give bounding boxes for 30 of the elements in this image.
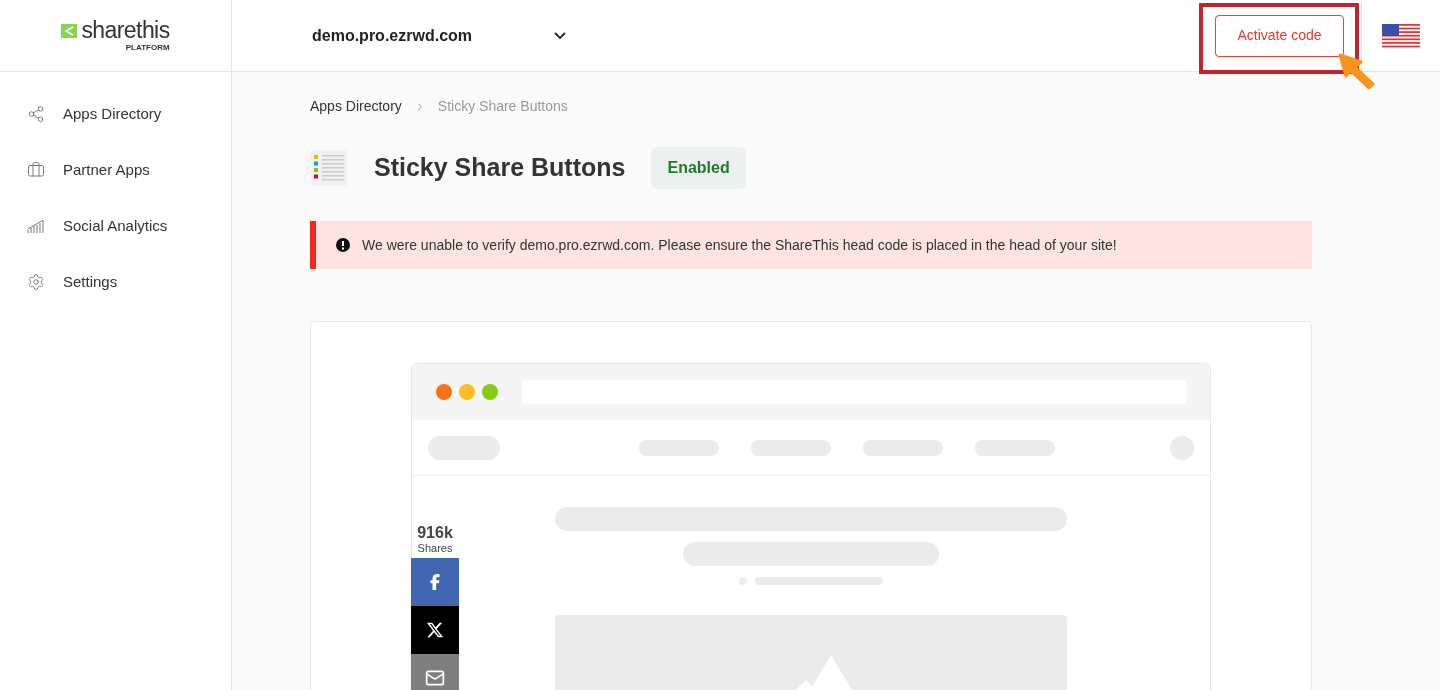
breadcrumb-item: Sticky Share Buttons <box>437 97 568 116</box>
share-count-label: Shares <box>417 543 453 554</box>
facebook-share-button[interactable] <box>411 558 459 606</box>
sidebar-item[interactable]: Apps Directory <box>0 86 231 142</box>
pointer-arrow-icon <box>1337 51 1377 92</box>
sidebar-item[interactable]: Partner Apps <box>0 142 231 198</box>
share-logo-icon <box>61 23 78 38</box>
sidebar-item[interactable]: Social Analytics <box>0 198 231 254</box>
app-title: Sticky Share Buttons <box>374 152 626 184</box>
mail-icon <box>425 668 445 688</box>
chevron-down-icon <box>554 32 566 39</box>
briefcase-icon <box>27 161 45 179</box>
bar-chart-icon <box>27 218 45 234</box>
alert-banner: We were unable to verify demo.pro.ezrwd.com. Please ensure the ShareThis head code is placed in the head of your site! <box>310 221 1312 269</box>
breadcrumb-item[interactable]: Apps Directory <box>310 96 402 117</box>
email-share-button[interactable] <box>411 654 459 690</box>
site-selector[interactable]: demo.pro.ezrwd.com <box>312 23 566 48</box>
us-flag-icon[interactable] <box>1382 23 1420 48</box>
list-icon <box>310 149 348 187</box>
exclamation-icon <box>336 238 350 252</box>
settings-icon <box>27 273 45 291</box>
x-icon <box>426 621 444 639</box>
sidebar-item[interactable]: Settings <box>0 254 231 310</box>
share-icon <box>27 105 45 123</box>
logo: sharethis PLATFORM <box>61 19 170 52</box>
status-badge: Enabled <box>651 147 746 189</box>
activate-code-button[interactable]: Activate code <box>1215 14 1344 57</box>
x-share-button[interactable] <box>411 606 459 654</box>
share-count: 916k <box>417 525 453 541</box>
facebook-icon <box>427 574 443 590</box>
